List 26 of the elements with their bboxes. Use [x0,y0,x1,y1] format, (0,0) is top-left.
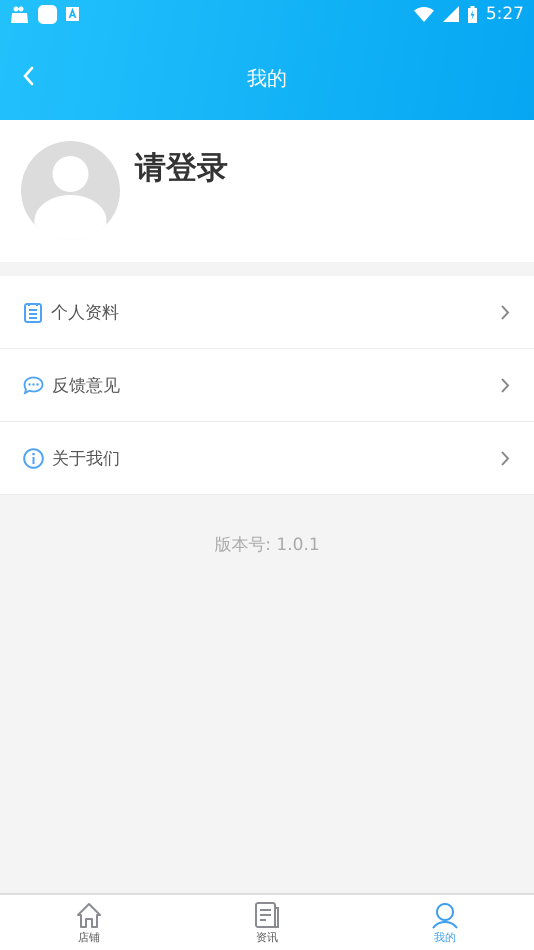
version-label: 版本号: 1.0.1 [213,534,321,556]
page-title: 我的 [247,64,287,92]
back-icon[interactable] [22,66,34,86]
menu-item[interactable]: 个人资料 [0,276,534,349]
menu-item[interactable]: 关于我们 [0,422,534,495]
chevron-right-icon [500,376,510,394]
chevron-right-icon [500,450,510,466]
chat-bubble-icon [23,376,44,394]
document-icon [254,902,280,929]
signal-icon [442,6,459,22]
menu-item[interactable]: 反馈意见 [0,349,534,422]
chevron-right-icon [500,304,510,320]
tab[interactable]: 店铺 [0,895,178,950]
avatar-icon[interactable] [21,141,120,240]
battery-icon [468,6,477,22]
tab[interactable]: 资讯 [178,895,356,950]
clipboard-icon [23,301,43,323]
info-icon [23,448,44,468]
wifi-icon [414,6,434,22]
person-icon [432,902,458,929]
login-prompt[interactable]: 请登录 [135,147,228,189]
status-time: 5:27 [486,4,524,24]
app-icon [38,4,57,24]
home-icon [75,902,103,929]
bag-icon [10,4,29,24]
keyboard-icon [66,7,79,21]
